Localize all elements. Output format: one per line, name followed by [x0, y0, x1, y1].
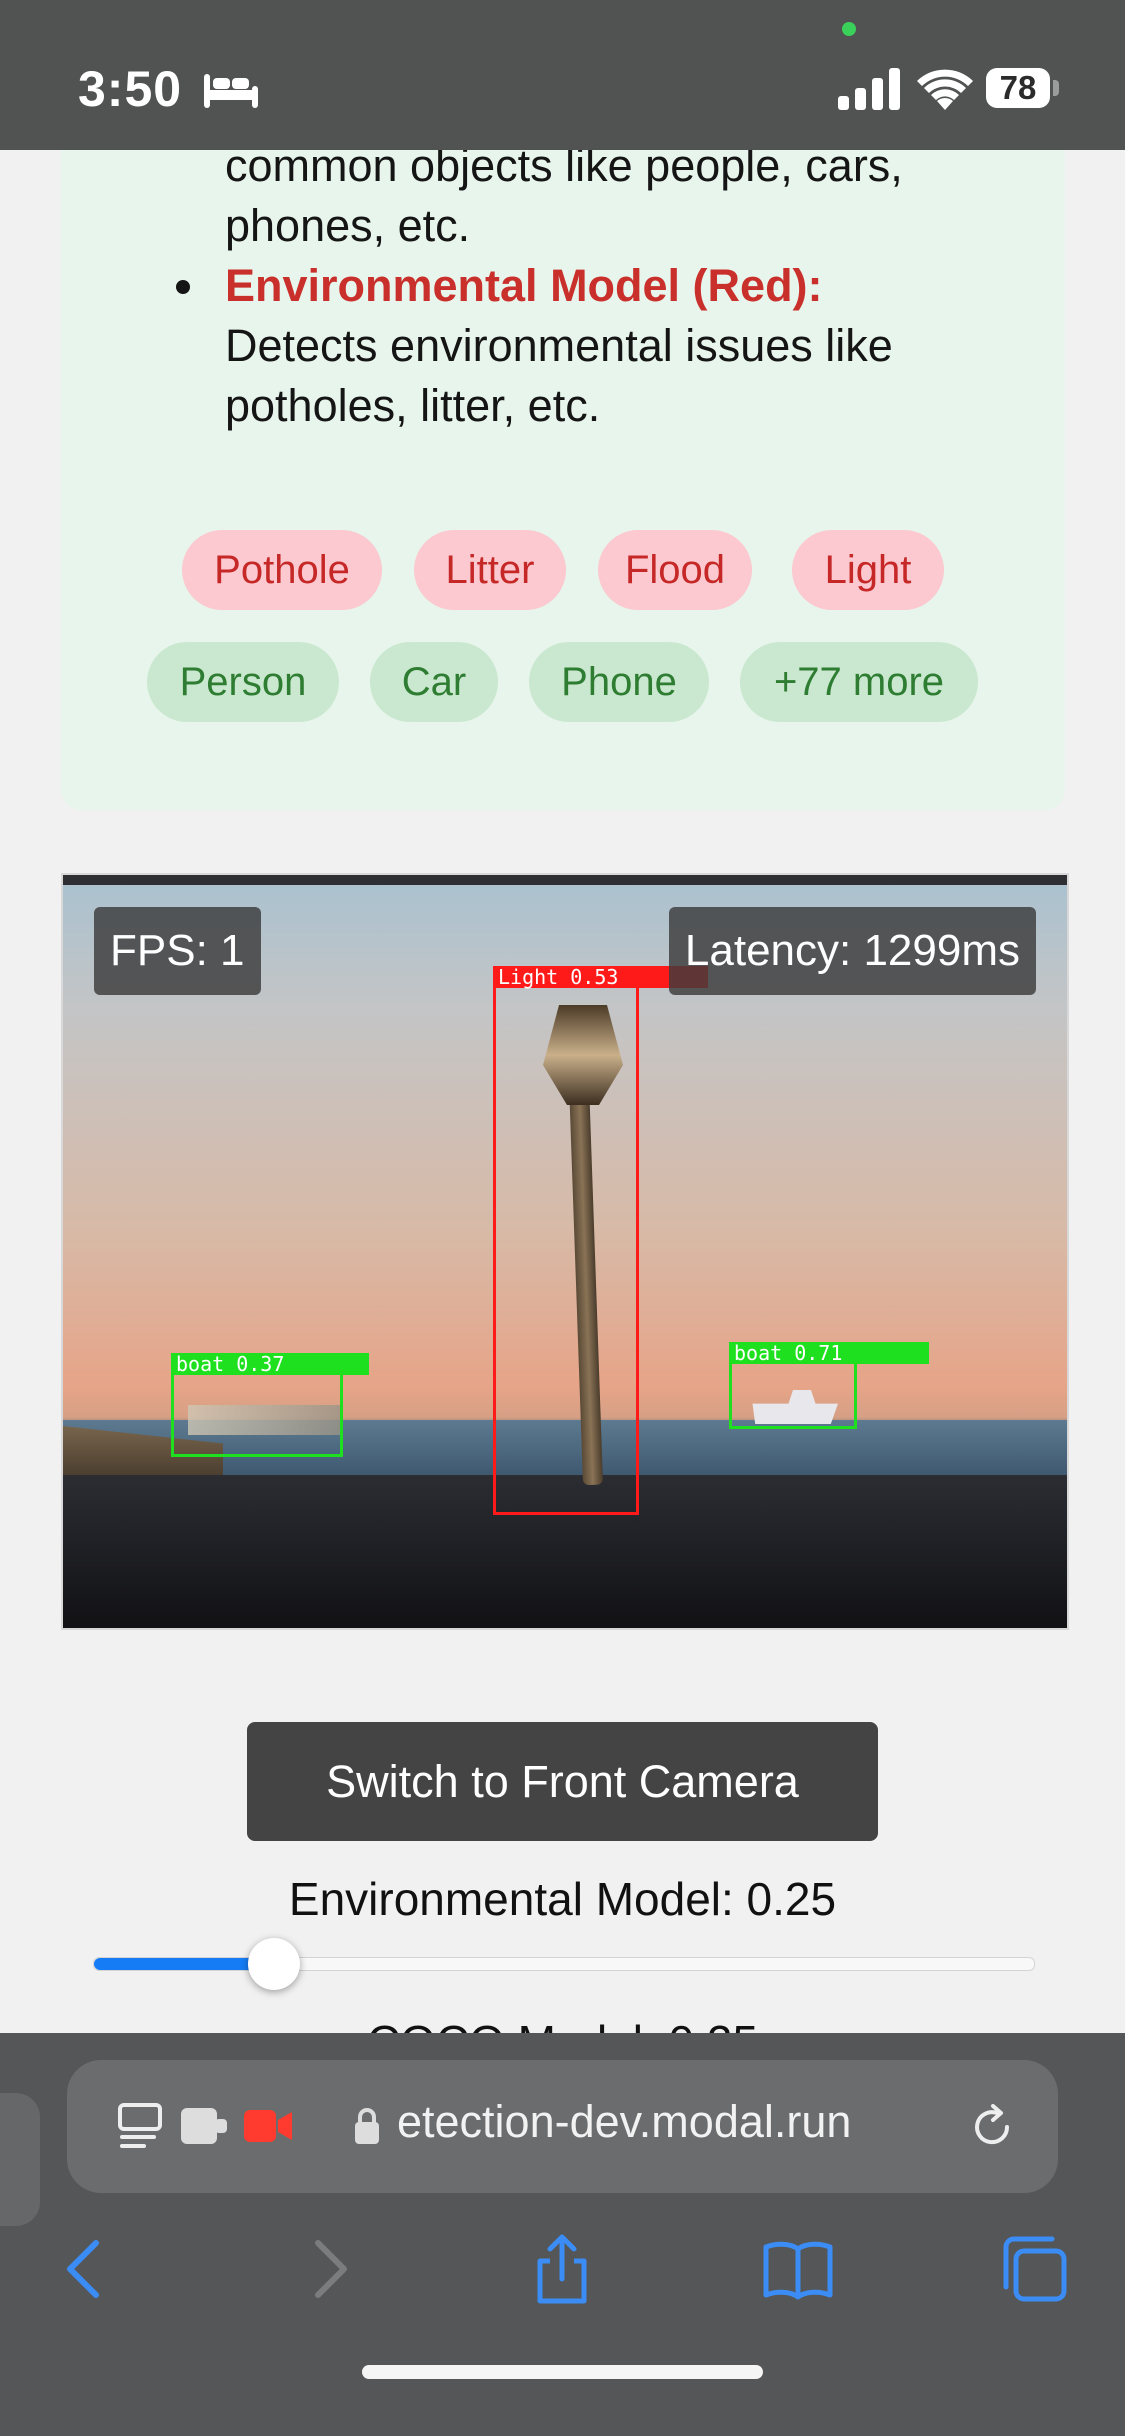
status-time: 3:50	[78, 61, 183, 117]
battery-level: 78	[986, 68, 1050, 108]
forward-icon[interactable]	[292, 2233, 364, 2305]
video-top-edge	[63, 875, 1067, 885]
coco-class-chip: Person	[147, 642, 339, 722]
detection-box-light: Light 0.53	[493, 966, 708, 1515]
environmental-model-title: Environmental Model (Red):	[225, 260, 823, 311]
battery-indicator: 78	[986, 68, 1062, 110]
camera-recording-icon[interactable]	[242, 2106, 294, 2146]
env-description-line1: Detects environmental issues like	[225, 320, 893, 371]
sleep-focus-icon	[204, 74, 258, 108]
status-bar: 3:50 78	[0, 0, 1125, 150]
env-description-line2: potholes, litter, etc.	[225, 380, 601, 431]
environmental-threshold-label: Environmental Model: 0.25	[288, 1873, 837, 1925]
coco-threshold-label: COCO Model: 0.25	[0, 2015, 1125, 2035]
list-bullet	[176, 280, 190, 294]
camera-feed: Light 0.53 boat 0.37 boat 0.71 FPS: 1 La…	[61, 873, 1069, 1630]
camera-in-use-dot	[842, 22, 856, 36]
address-bar[interactable]: etection-dev.modal.run	[67, 2060, 1058, 2193]
switch-camera-button[interactable]: Switch to Front Camera	[247, 1722, 878, 1841]
coco-description-line2: phones, etc.	[225, 200, 471, 251]
back-icon[interactable]	[50, 2233, 122, 2305]
coco-class-chip: Car	[370, 642, 498, 722]
latency-readout: Latency: 1299ms	[668, 907, 1036, 995]
url-text[interactable]: etection-dev.modal.run	[397, 2096, 851, 2148]
env-class-chip: Flood	[598, 530, 752, 610]
cellular-signal-icon	[838, 68, 900, 110]
lock-icon	[355, 2108, 379, 2144]
extension-icon[interactable]	[179, 2106, 229, 2146]
share-icon[interactable]	[526, 2233, 598, 2305]
env-class-chip: Litter	[414, 530, 566, 610]
coco-class-chip: +77 more	[740, 642, 978, 722]
detection-box-boat: boat 0.37	[171, 1353, 369, 1457]
detection-label-boat: boat 0.37	[171, 1353, 369, 1375]
env-class-chip: Pothole	[182, 530, 382, 610]
battery-tip	[1053, 80, 1059, 96]
bookmarks-icon[interactable]	[762, 2233, 834, 2305]
slider-thumb[interactable]	[248, 1938, 300, 1990]
coco-class-chip: Phone	[529, 642, 709, 722]
tabs-icon[interactable]	[998, 2233, 1070, 2305]
model-info-card: common objects like people, cars, phones…	[61, 110, 1065, 810]
home-indicator[interactable]	[362, 2365, 763, 2379]
detection-label-boat: boat 0.71	[729, 1342, 929, 1364]
previous-tab-edge[interactable]	[0, 2093, 40, 2226]
env-class-chip: Light	[792, 530, 944, 610]
fps-readout: FPS: 1	[94, 907, 261, 995]
detection-box-boat: boat 0.71	[729, 1342, 929, 1429]
environmental-threshold-slider[interactable]	[93, 1957, 1035, 1971]
reader-icon[interactable]	[117, 2102, 163, 2152]
reload-icon[interactable]	[967, 2102, 1017, 2152]
wifi-icon	[917, 69, 973, 110]
